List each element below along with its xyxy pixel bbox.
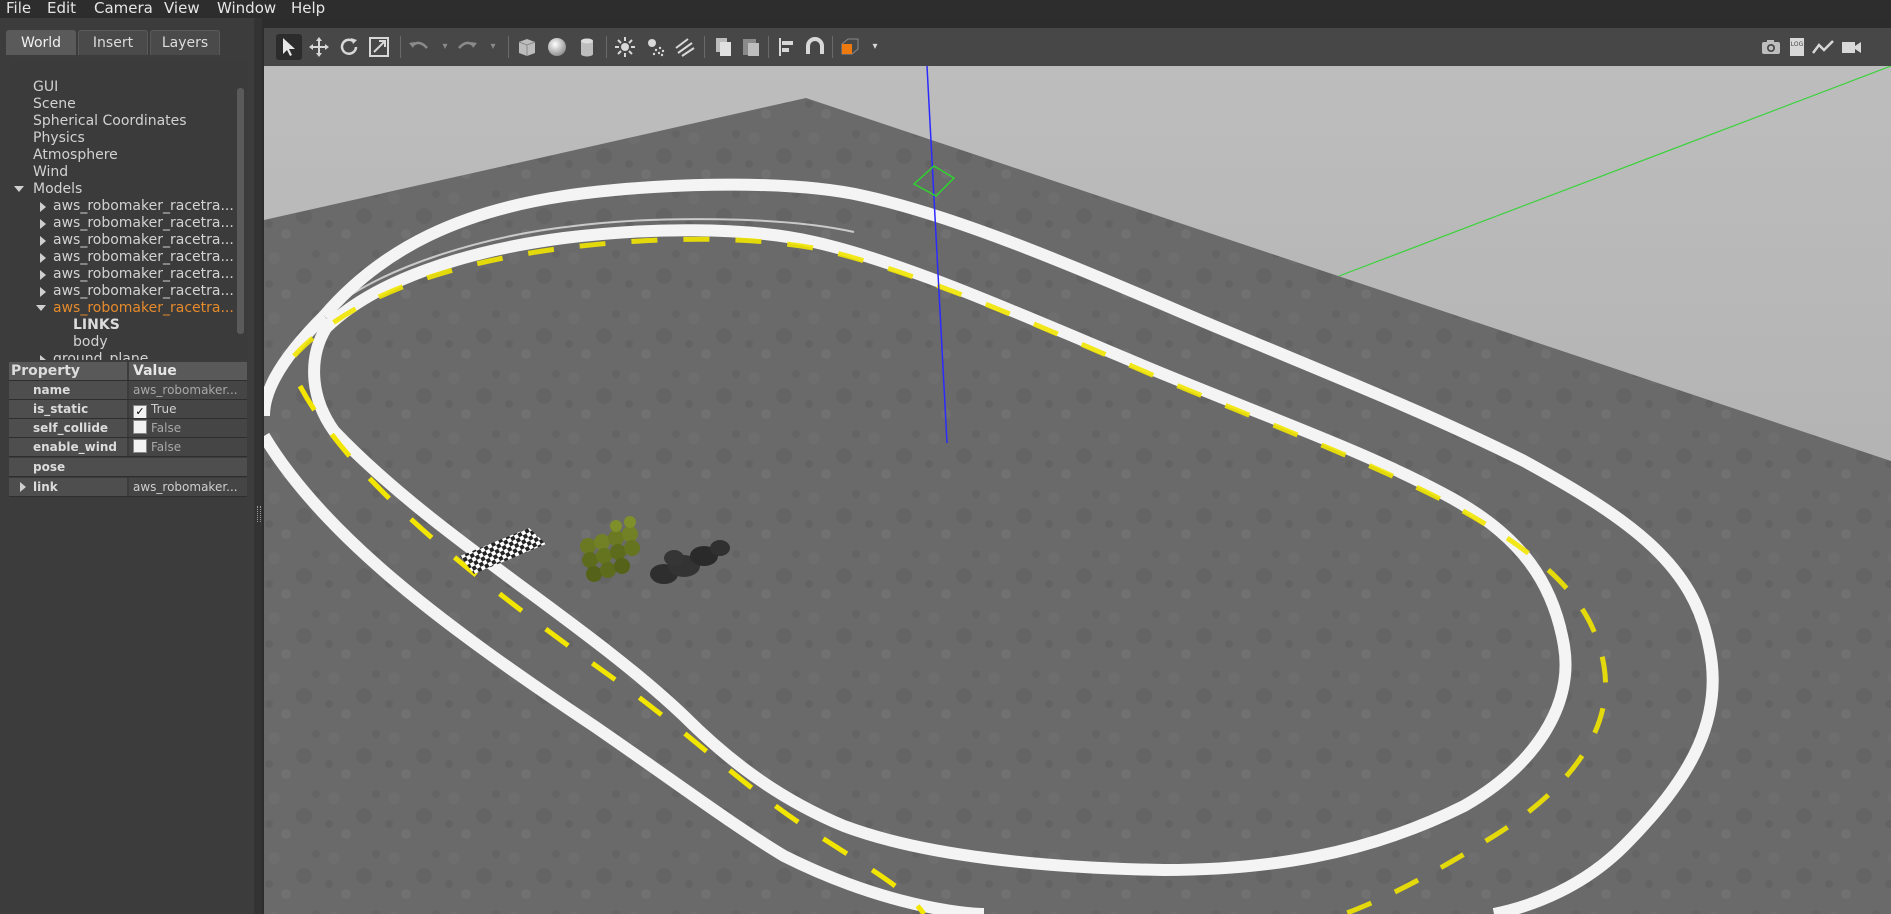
menu-edit[interactable]: Edit [47,0,76,18]
tree-item-model[interactable]: aws_robomaker_racetra... [53,266,234,283]
scale-mode-icon[interactable] [366,34,392,60]
property-value: aws_robomaker... [129,381,247,399]
toolbar: ▾ ▾ ▾ LOG [264,28,1891,66]
property-row-is-static: is_static ✓ True [9,400,247,419]
svg-text:LOG: LOG [1791,41,1804,48]
collapse-arrow-icon[interactable] [40,355,46,360]
video-record-icon[interactable] [1838,34,1864,60]
menu-file[interactable]: File [6,0,31,18]
translate-mode-icon[interactable] [306,34,332,60]
property-row-pose[interactable]: pose [9,458,247,477]
tree-item-wind[interactable]: Wind [33,164,68,181]
tree-item-model[interactable]: aws_robomaker_racetra... [53,198,234,215]
property-row-self-collide: self_collide False [9,419,247,438]
tree-item-model[interactable]: aws_robomaker_racetra... [53,215,234,232]
property-value: aws_robomaker... [129,478,247,496]
splitter-handle-icon[interactable] [257,506,261,522]
tree-item-model[interactable]: aws_robomaker_racetra... [53,249,234,266]
tree-item-physics[interactable]: Physics [33,130,85,147]
tab-insert[interactable]: Insert [78,30,148,55]
property-key[interactable]: link [9,478,127,496]
property-key: self_collide [9,419,127,437]
property-key: name [9,381,127,399]
tree-item-atmosphere[interactable]: Atmosphere [33,147,118,164]
scene-viewport[interactable] [264,66,1891,914]
directional-light-icon[interactable] [672,34,698,60]
value-header: Value [129,362,247,380]
tree-item-model[interactable]: aws_robomaker_racetra... [53,232,234,249]
world-tree[interactable]: GUI Scene Spherical Coordinates Physics … [10,62,247,360]
property-key: enable_wind [9,438,127,456]
checkbox-checked-icon[interactable]: ✓ [133,405,147,418]
property-value: False [151,421,182,435]
plot-icon[interactable] [1810,34,1836,60]
property-value: False [151,440,182,454]
tree-item-links: LINKS [73,317,120,333]
snap-magnet-icon[interactable] [802,34,828,60]
left-panel: World Insert Layers GUI Scene Spherical … [0,18,254,914]
expand-arrow-icon[interactable] [36,305,46,311]
tree-item-gui[interactable]: GUI [33,79,58,96]
property-key[interactable]: pose [9,458,247,476]
box-shape-icon[interactable] [514,34,540,60]
sphere-shape-icon[interactable] [544,34,570,60]
collapse-arrow-icon[interactable] [40,202,46,212]
property-key: is_static [9,400,127,418]
align-icon[interactable] [774,34,800,60]
log-icon[interactable]: LOG [1784,34,1810,60]
scene-render[interactable] [264,66,1891,914]
collapse-arrow-icon[interactable] [40,219,46,229]
tree-item-scene[interactable]: Scene [33,96,76,113]
redo-icon[interactable] [454,34,480,60]
panel-splitter[interactable] [254,18,262,914]
tab-layers[interactable]: Layers [150,30,220,55]
property-value: True [151,402,177,416]
property-header: Property [9,362,127,380]
property-row-name: name aws_robomaker... [9,381,247,400]
redo-history-chevron-down-icon[interactable]: ▾ [480,34,506,60]
collapse-arrow-icon[interactable] [40,253,46,263]
tree-item-body[interactable]: body [73,334,108,351]
select-mode-icon[interactable] [276,34,302,60]
view-angle-icon[interactable] [838,34,864,60]
menu-bar: File Edit Camera View Window Help [0,0,1891,18]
tree-item-ground-plane[interactable]: ground_plane [53,351,148,360]
spot-light-icon[interactable] [642,34,668,60]
tree-item-spherical-coordinates[interactable]: Spherical Coordinates [33,113,187,130]
tree-item-models[interactable]: Models [33,181,82,198]
undo-icon[interactable] [406,34,432,60]
collapse-arrow-icon[interactable] [40,236,46,246]
tree-item-model[interactable]: aws_robomaker_racetra... [53,283,234,300]
collapse-arrow-icon[interactable] [40,287,46,297]
tree-item-selected-model[interactable]: aws_robomaker_racetra... [53,300,234,317]
point-light-icon[interactable] [612,34,638,60]
menu-window[interactable]: Window [217,0,276,18]
view-angle-chevron-down-icon[interactable]: ▾ [862,34,888,60]
property-row-link[interactable]: link aws_robomaker... [9,478,247,497]
property-row-enable-wind: enable_wind False [9,438,247,457]
rotate-mode-icon[interactable] [336,34,362,60]
expand-arrow-icon[interactable] [14,186,24,192]
checkbox-icon[interactable] [133,439,147,453]
menu-view[interactable]: View [164,0,200,18]
menu-help[interactable]: Help [291,0,325,18]
checkbox-icon[interactable] [133,420,147,434]
menu-camera[interactable]: Camera [94,0,153,18]
screenshot-camera-icon[interactable] [1758,34,1784,60]
collapse-arrow-icon[interactable] [20,482,26,492]
copy-icon[interactable] [710,34,736,60]
tree-scrollbar[interactable] [237,88,244,334]
paste-icon[interactable] [738,34,764,60]
collapse-arrow-icon[interactable] [40,270,46,280]
cylinder-shape-icon[interactable] [574,34,600,60]
tab-world[interactable]: World [6,30,76,55]
